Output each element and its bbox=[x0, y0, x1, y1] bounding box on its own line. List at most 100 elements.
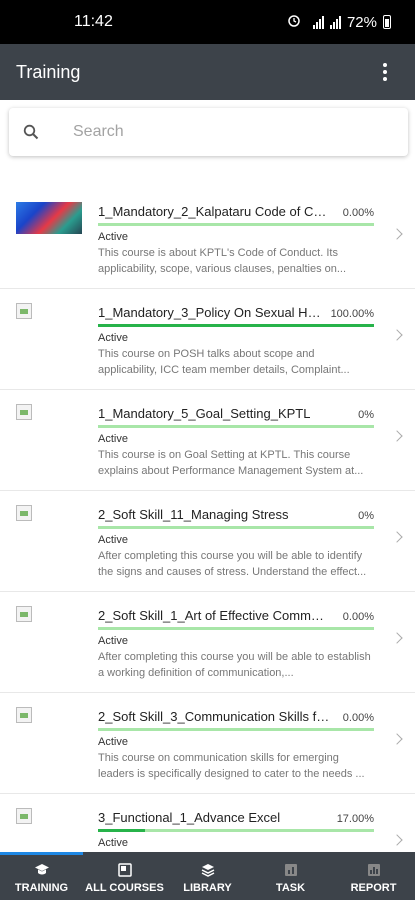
course-percent: 0.00% bbox=[342, 611, 374, 623]
broken-image-icon bbox=[16, 606, 32, 622]
course-thumbnail bbox=[16, 606, 82, 638]
progress-bar bbox=[98, 627, 374, 630]
course-thumbnail bbox=[16, 404, 82, 436]
bottom-nav: TRAINING ALL COURSES LIBRARY TASK REPORT bbox=[0, 852, 415, 900]
course-item[interactable]: 1_Mandatory_3_Policy On Sexual Har... 10… bbox=[0, 289, 415, 390]
broken-image-icon bbox=[16, 404, 32, 420]
chevron-right-icon bbox=[391, 430, 403, 442]
course-percent: 17.00% bbox=[336, 813, 374, 825]
progress-bar bbox=[98, 223, 374, 226]
progress-fill bbox=[98, 324, 374, 327]
status-time: 11:42 bbox=[74, 13, 113, 30]
course-status: Active bbox=[98, 635, 128, 647]
course-status: Active bbox=[98, 736, 128, 748]
broken-image-icon bbox=[16, 303, 32, 319]
course-percent: 100.00% bbox=[330, 308, 374, 320]
chevron-right-icon bbox=[391, 531, 403, 543]
search-bar[interactable] bbox=[9, 108, 408, 156]
courses-icon bbox=[117, 862, 132, 877]
nav-all-courses[interactable]: ALL COURSES bbox=[83, 852, 166, 900]
course-list: 1_Mandatory_2_Kalpataru Code of Con... 0… bbox=[0, 188, 415, 895]
nav-report[interactable]: REPORT bbox=[332, 852, 415, 900]
course-content: 1_Mandatory_5_Goal_Setting_KPTL 0% Activ… bbox=[98, 406, 374, 479]
nav-label: LIBRARY bbox=[183, 881, 232, 894]
course-status: Active bbox=[98, 534, 128, 546]
chevron-right-icon bbox=[391, 733, 403, 745]
signal-icon-2 bbox=[329, 15, 341, 29]
signal-icon bbox=[312, 15, 324, 29]
status-bar: 11:42 ​ 72% bbox=[0, 0, 415, 44]
course-title: 1_Mandatory_5_Goal_Setting_KPTL bbox=[98, 406, 311, 421]
nav-label: REPORT bbox=[350, 881, 397, 894]
nav-label: TRAINING bbox=[14, 881, 69, 894]
course-thumbnail bbox=[16, 505, 82, 537]
course-title: 1_Mandatory_2_Kalpataru Code of Con... bbox=[98, 204, 330, 219]
course-description: This course is about KPTL's Code of Cond… bbox=[98, 247, 347, 275]
progress-bar bbox=[98, 526, 374, 529]
app-bar: Training bbox=[0, 44, 415, 100]
chevron-right-icon bbox=[391, 834, 403, 846]
search-input[interactable] bbox=[73, 123, 373, 141]
broken-image-icon bbox=[16, 707, 32, 723]
course-item[interactable]: 1_Mandatory_5_Goal_Setting_KPTL 0% Activ… bbox=[0, 390, 415, 491]
alarm-icon bbox=[287, 13, 301, 31]
page-title: Training bbox=[16, 61, 81, 82]
battery-percent: 72% bbox=[346, 13, 377, 31]
nav-training[interactable]: TRAINING bbox=[0, 852, 83, 900]
course-percent: 0.00% bbox=[342, 207, 374, 219]
course-thumbnail bbox=[16, 707, 82, 739]
course-status: Active bbox=[98, 332, 128, 344]
course-percent: 0% bbox=[358, 510, 374, 522]
course-image bbox=[16, 202, 82, 234]
chevron-right-icon bbox=[391, 632, 403, 644]
course-thumbnail bbox=[16, 303, 82, 335]
chevron-right-icon bbox=[391, 329, 403, 341]
course-status: Active bbox=[98, 231, 128, 243]
chevron-right-icon bbox=[391, 228, 403, 240]
course-description: After completing this course you will be… bbox=[98, 550, 367, 578]
broken-image-icon bbox=[16, 505, 32, 521]
course-title: 3_Functional_1_Advance Excel bbox=[98, 810, 281, 825]
course-description: This course on POSH talks about scope an… bbox=[98, 348, 350, 376]
library-icon bbox=[201, 863, 214, 877]
course-description: This course is on Goal Setting at KPTL. … bbox=[98, 449, 364, 477]
course-status: Active bbox=[98, 837, 128, 849]
course-title: 2_Soft Skill_1_Art of Effective Communi.… bbox=[98, 608, 330, 623]
more-options-icon[interactable] bbox=[375, 57, 395, 87]
course-item[interactable]: 1_Mandatory_2_Kalpataru Code of Con... 0… bbox=[0, 188, 415, 289]
battery-icon bbox=[383, 15, 391, 29]
broken-image-icon bbox=[16, 808, 32, 824]
progress-bar bbox=[98, 728, 374, 731]
course-description: After completing this course you will be… bbox=[98, 651, 371, 679]
course-content: 2_Soft Skill_11_Managing Stress 0% Activ… bbox=[98, 507, 374, 580]
search-icon bbox=[21, 122, 41, 142]
course-content: 2_Soft Skill_1_Art of Effective Communi.… bbox=[98, 608, 374, 681]
course-title: 2_Soft Skill_3_Communication Skills for.… bbox=[98, 709, 330, 724]
course-content: 1_Mandatory_2_Kalpataru Code of Con... 0… bbox=[98, 204, 374, 277]
graduation-cap-icon bbox=[34, 863, 49, 874]
progress-fill bbox=[98, 829, 145, 832]
nav-task[interactable]: TASK bbox=[249, 852, 332, 900]
progress-bar bbox=[98, 324, 374, 327]
course-thumbnail bbox=[16, 202, 82, 234]
nav-label: ALL COURSES bbox=[85, 881, 164, 894]
progress-bar bbox=[98, 425, 374, 428]
course-title: 1_Mandatory_3_Policy On Sexual Har... bbox=[98, 305, 325, 320]
report-icon bbox=[367, 863, 380, 876]
course-item[interactable]: 2_Soft Skill_11_Managing Stress 0% Activ… bbox=[0, 491, 415, 592]
course-percent: 0.00% bbox=[342, 712, 374, 724]
course-description: This course on communication skills for … bbox=[98, 752, 365, 780]
progress-bar bbox=[98, 829, 374, 832]
course-title: 2_Soft Skill_11_Managing Stress bbox=[98, 507, 289, 522]
course-status: Active bbox=[98, 433, 128, 445]
status-icons: ​ 72% bbox=[287, 13, 391, 31]
course-item[interactable]: 2_Soft Skill_3_Communication Skills for.… bbox=[0, 693, 415, 794]
nav-library[interactable]: LIBRARY bbox=[166, 852, 249, 900]
course-item[interactable]: 2_Soft Skill_1_Art of Effective Communi.… bbox=[0, 592, 415, 693]
active-tab-indicator bbox=[0, 852, 83, 855]
course-content: 1_Mandatory_3_Policy On Sexual Har... 10… bbox=[98, 305, 374, 378]
course-percent: 0% bbox=[358, 409, 374, 421]
course-thumbnail bbox=[16, 808, 82, 840]
task-icon bbox=[284, 863, 297, 876]
course-content: 2_Soft Skill_3_Communication Skills for.… bbox=[98, 709, 374, 782]
